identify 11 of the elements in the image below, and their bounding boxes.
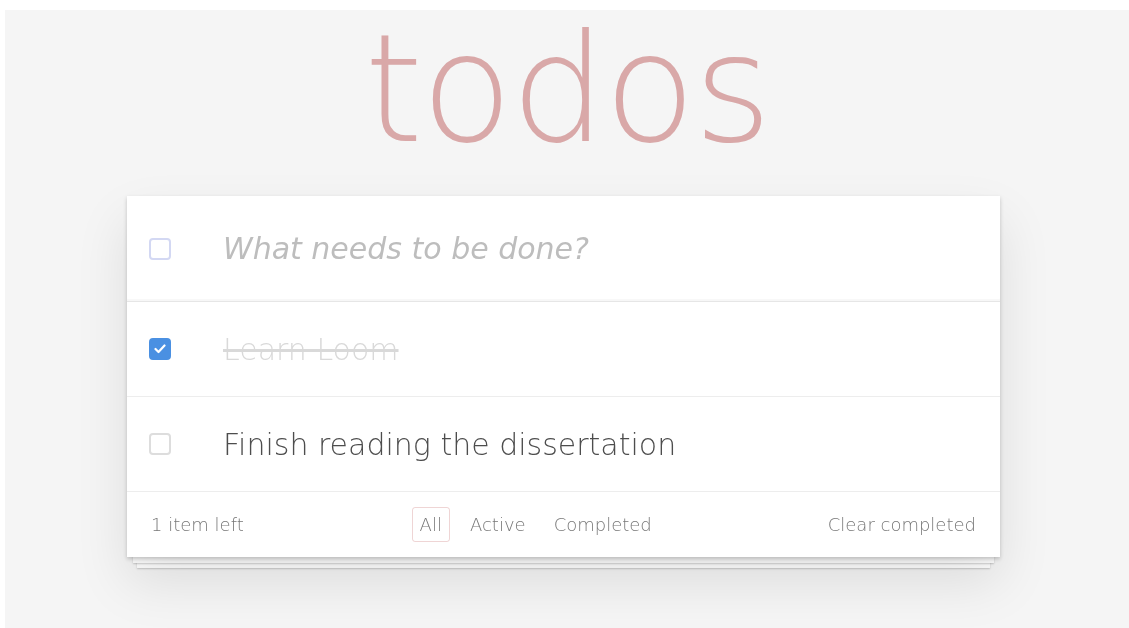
- items-left-count: 1 item left: [151, 514, 244, 535]
- todo-checkbox[interactable]: [149, 338, 171, 360]
- filter-link[interactable]: Active: [461, 507, 534, 542]
- todo-text: Finish reading the dissertation: [223, 425, 677, 464]
- toggle-all-checkbox[interactable]: [149, 237, 171, 260]
- clear-completed-link[interactable]: Clear completed: [827, 514, 976, 535]
- check-icon: [154, 344, 166, 354]
- filter-link[interactable]: Completed: [545, 507, 660, 542]
- app-title: todos: [363, 10, 771, 178]
- new-todo-field[interactable]: What needs to be done?: [223, 226, 923, 271]
- filter-link[interactable]: All: [411, 507, 450, 542]
